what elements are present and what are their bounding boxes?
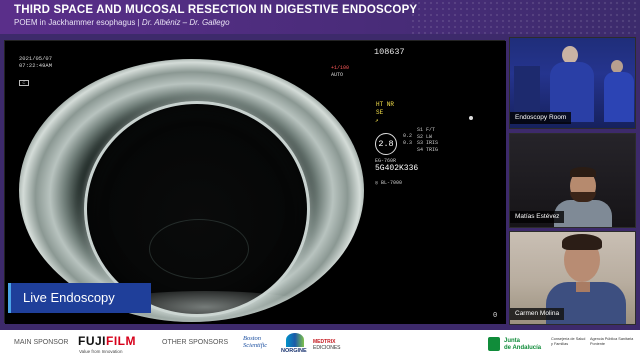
session-subtitle: POEM in Jackhammer esophagus | Dr. Albén… [14, 18, 230, 27]
frame-counter: 0 [493, 312, 498, 320]
medtrix-logo-b: EDICIONES [313, 345, 341, 351]
consejeria-logo: Consejería de Salud y Familias [551, 337, 585, 346]
event-header: THIRD SPACE AND MUCOSAL RESECTION IN DIG… [0, 0, 640, 34]
session-authors: Dr. Albéniz – Dr. Gallego [141, 18, 230, 27]
boston-scientific-logo-a: Boston [243, 335, 262, 342]
switch-label: S4 TRIG [417, 146, 439, 153]
switch-label: S3 IRIS [417, 140, 439, 146]
equipment-tower [514, 66, 540, 118]
camera-label: Matías Estévez [510, 211, 565, 223]
osd-date: 2021/05/07 [19, 55, 53, 62]
junta-andalucia-logo: Junta de Andalucía [504, 338, 541, 351]
person-neck [576, 282, 590, 292]
camera-tile-carmen-molina[interactable]: Carmen Molina [509, 231, 636, 325]
osd-zoom: +1/100 AUTO [331, 65, 349, 79]
camera-label: Carmen Molina [510, 308, 565, 320]
scope-values: 0.2 0.3 [403, 133, 412, 147]
header-dot-pattern [410, 0, 640, 34]
camera-tile-matias-estevez[interactable]: Matías Estévez [509, 133, 636, 228]
osd-capture-icon: C [19, 80, 29, 86]
fujifilm-logo-a: FUJI [78, 334, 107, 348]
person-hair [562, 234, 602, 250]
agencia-logo-b: Poniente [590, 341, 605, 346]
switch-labels: S1 F/T S2 LW S3 IRIS S4 TRIG [417, 127, 438, 153]
norgine-logo-icon [286, 333, 304, 347]
junta-andalucia-emblem-icon [488, 337, 500, 351]
hex-value-badge: 2.8 [375, 133, 397, 155]
event-title: THIRD SPACE AND MUCOSAL RESECTION IN DIG… [14, 4, 418, 16]
boston-scientific-logo: Boston Scientific [243, 335, 267, 349]
mode-indicator: HT NR [376, 101, 395, 108]
agencia-logo: Agencia Pública Sanitaria Poniente [590, 337, 633, 346]
junta-andalucia-logo-b: de Andalucía [504, 344, 542, 351]
scope-serial: 5G402K336 [375, 164, 419, 173]
osd-datetime: 2021/05/07 07:22:49AM [19, 55, 52, 69]
osd-time: 07:22:49AM [19, 62, 53, 69]
medtrix-logo: MEDTRIX EDICIONES [313, 339, 341, 351]
fujifilm-logo-b: FILM [106, 334, 137, 348]
norgine-logo: NORGINE [281, 348, 307, 354]
fujifilm-tagline: Value from Innovation [79, 349, 123, 354]
camera-label: Endoscopy Room [510, 112, 572, 124]
patient-id: 108637 [374, 47, 405, 57]
camera-tile-endoscopy-room[interactable]: Endoscopy Room [509, 37, 636, 129]
live-endoscopy-label: Live Endoscopy [23, 290, 115, 305]
processor-model: ◎ BL-7000 [375, 180, 403, 186]
boston-scientific-logo-b: Scientific [243, 342, 268, 349]
scope-value-2: 0.3 [403, 140, 413, 146]
osd-auto: AUTO [331, 72, 344, 78]
session-topic: POEM in Jackhammer esophagus | [14, 18, 142, 27]
person-hair [570, 167, 596, 177]
fujifilm-logo: FUJIFILM [78, 334, 136, 348]
endoscopy-view: 2021/05/07 07:22:49AM C +1/100 AUTO [5, 41, 367, 324]
agencia-logo-a: Agencia Pública Sanitaria [590, 337, 634, 341]
mode-indicator-se: SE [376, 109, 384, 116]
other-sponsors-label: OTHER SPONSORS [162, 339, 229, 346]
mode-arrow-icon: ↗ [375, 117, 379, 124]
consejeria-logo-b: y Familias [551, 341, 569, 346]
switch-label: S1 F/T [417, 127, 436, 133]
status-dot-icon [469, 116, 473, 120]
processor-model-text: BL-7000 [381, 180, 403, 186]
live-endoscopy-badge: Live Endoscopy [8, 283, 151, 313]
person-body [604, 72, 634, 122]
mucosal-fold [149, 219, 249, 279]
scope-value-1: 0.2 [403, 133, 413, 139]
scope-info-panel: 108637 HT NR SE ↗ 2.8 0.2 0.3 S1 F/T S2 … [367, 41, 506, 324]
consejeria-logo-a: Consejería de Salud [551, 337, 586, 341]
main-video-panel: 2021/05/07 07:22:49AM C +1/100 AUTO 1086… [4, 40, 506, 324]
osd-zoom-ratio: +1/100 [331, 65, 350, 71]
sponsor-footer: MAIN SPONSOR FUJIFILM Value from Innovat… [0, 330, 640, 360]
main-sponsor-label: MAIN SPONSOR [14, 339, 69, 346]
